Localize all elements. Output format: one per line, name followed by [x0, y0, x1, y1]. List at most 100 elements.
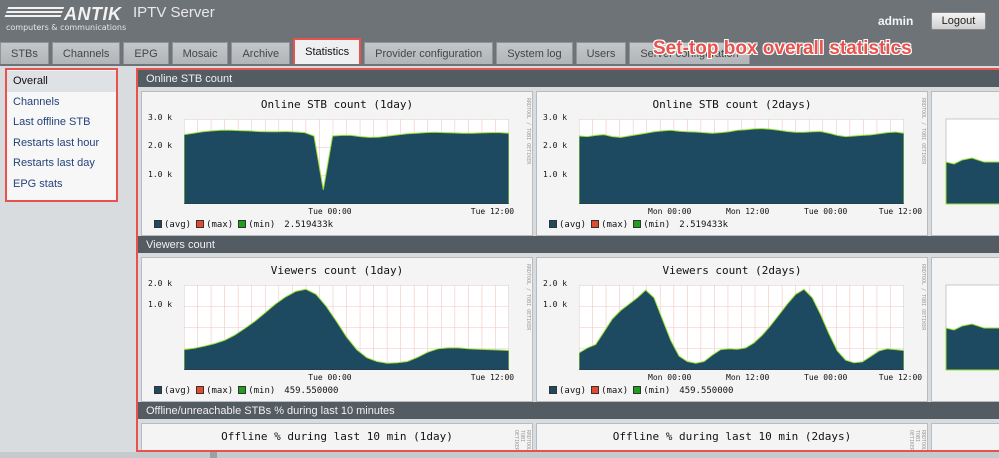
tab-system-log[interactable]: System log: [496, 42, 573, 64]
y-tick-label: 1.0 k: [543, 300, 568, 310]
tab-statistics[interactable]: Statistics: [293, 38, 362, 64]
sidebar-item-overall[interactable]: Overall: [7, 71, 116, 92]
graph-panel[interactable]: Offline % during last 10 min (1day) RRDTO…: [141, 423, 533, 452]
y-tick-label: 3.0 k: [543, 113, 568, 122]
tab-mosaic[interactable]: Mosaic: [171, 42, 229, 64]
tab-archive[interactable]: Archive: [231, 42, 291, 64]
section-title-offline: Offline/unreachable STBs % during last 1…: [138, 402, 999, 419]
legend-item-min: (min): [633, 386, 670, 396]
x-tick-label: Mon 00:00: [648, 207, 692, 216]
tab-provider-configuration[interactable]: Provider configuration: [364, 42, 494, 64]
x-tick-label: Tue 12:00: [470, 207, 515, 216]
sidebar-item-restarts-last-day[interactable]: Restarts last day: [7, 153, 116, 174]
legend-current-value: 459.550000: [679, 386, 734, 396]
y-tick-label: 2.0 k: [148, 141, 173, 151]
graph-legend: (avg) (max) (min) 459.550000: [154, 386, 338, 396]
y-tick-label: 2.0 k: [543, 279, 568, 288]
legend-swatch-max: [591, 220, 600, 228]
legend-item-min: (min): [633, 220, 670, 230]
main-tabs: STBs Channels EPG Mosaic Archive Statistics Pr…: [0, 38, 753, 66]
legend-label-min: (min): [643, 220, 671, 230]
rrdtool-watermark: RRDTOOL / TOBI OETIKER: [525, 264, 531, 331]
graph-panel[interactable]: Offline % during last 10 min (2days) RRDT…: [536, 423, 928, 452]
tab-users[interactable]: Users: [575, 42, 627, 64]
legend-swatch-max: [196, 386, 205, 394]
graph-panel[interactable]: Online STB count (1day) RRDTOOL / TOBI OE…: [141, 91, 533, 236]
legend-item-min: (min): [238, 386, 275, 396]
legend-item-avg: (avg): [549, 386, 586, 396]
app-title: IPTV Server: [133, 4, 215, 21]
legend-current-value: 2.519433k: [679, 220, 729, 230]
tab-stbs[interactable]: STBs: [0, 42, 49, 64]
antik-logo: ANTIK computers & communications: [3, 4, 126, 32]
section-title-viewers: Viewers count: [138, 236, 999, 253]
rrdtool-watermark: RRDTOOL / TOBI OETIKER: [525, 98, 531, 165]
section-title-online-stb: Online STB count: [138, 70, 999, 87]
sidebar-item-restarts-last-hour[interactable]: Restarts last hour: [7, 133, 116, 154]
x-tick-label: Tue 00:00: [804, 373, 848, 382]
series-avg-area: [579, 128, 904, 204]
legend-label-min: (min): [248, 220, 276, 230]
legend-label-avg: (avg): [164, 220, 192, 230]
legend-label-avg: (avg): [559, 220, 587, 230]
sidebar-item-epg-stats[interactable]: EPG stats: [7, 174, 116, 195]
legend-label-max: (max): [206, 386, 234, 396]
legend-swatch-avg: [549, 386, 557, 394]
legend-label-max: (max): [601, 220, 629, 230]
legend-item-max: (max): [591, 220, 628, 230]
legend-swatch-min: [238, 220, 247, 228]
legend-item-max: (max): [196, 386, 233, 396]
legend-label-max: (max): [206, 220, 234, 230]
legend-item-min: (min): [238, 220, 275, 230]
legend-current-value: 459.550000: [284, 386, 339, 396]
series-avg-area: [184, 129, 509, 204]
scrollbar-thumb[interactable]: [210, 452, 217, 458]
graph-title: Viewers count (2days): [662, 264, 802, 277]
logout-button[interactable]: Logout: [931, 12, 986, 30]
x-tick-label: Tue 00:00: [308, 207, 352, 216]
legend-swatch-min: [633, 220, 642, 228]
graph-panel-partial[interactable]: [931, 423, 999, 450]
y-tick-label: 2.0 k: [543, 141, 568, 151]
rrdtool-watermark: RRDTOOL / TOBI OETIKER: [908, 430, 926, 452]
graph-panel-partial[interactable]: [931, 91, 999, 236]
x-tick-label: Tue 12:00: [878, 373, 923, 382]
y-tick-label: 2.0 k: [148, 279, 173, 288]
x-tick-label: Mon 12:00: [726, 207, 770, 216]
rrdtool-watermark: RRDTOOL / TOBI OETIKER: [513, 430, 531, 452]
graph-panel[interactable]: Viewers count (2days) RRDTOOL / TOBI OETI…: [536, 257, 928, 402]
graph-legend: (avg) (max) (min) 2.519433k: [549, 220, 728, 230]
y-tick-label: 1.0 k: [148, 300, 173, 310]
logo-stripes-icon: [3, 7, 65, 19]
graph-title: Online STB count (2days): [652, 98, 812, 111]
horizontal-scrollbar[interactable]: [0, 452, 999, 458]
x-tick-label: Mon 12:00: [726, 373, 770, 382]
legend-label-avg: (avg): [559, 386, 587, 396]
graph-plot-partial: [945, 284, 999, 371]
legend-swatch-min: [238, 386, 247, 394]
y-tick-label: 1.0 k: [148, 169, 173, 179]
legend-current-value: 2.519433k: [284, 220, 334, 230]
graph-panel-partial[interactable]: [931, 257, 999, 402]
rrdtool-watermark: RRDTOOL / TOBI OETIKER: [920, 98, 926, 165]
sidebar-item-last-offline-stb[interactable]: Last offline STB: [7, 112, 116, 133]
legend-swatch-avg: [154, 220, 162, 228]
legend-label-avg: (avg): [164, 386, 192, 396]
graph-panel[interactable]: Viewers count (1day) RRDTOOL / TOBI OETIK…: [141, 257, 533, 402]
rrdtool-watermark: RRDTOOL / TOBI OETIKER: [920, 264, 926, 331]
tab-epg[interactable]: EPG: [123, 42, 169, 64]
sidebar-item-channels[interactable]: Channels: [7, 92, 116, 113]
legend-label-max: (max): [601, 386, 629, 396]
y-tick-label: 1.0 k: [543, 169, 568, 179]
legend-swatch-avg: [549, 220, 557, 228]
graph-title: Online STB count (1day): [260, 98, 414, 111]
legend-swatch-max: [196, 220, 205, 228]
legend-item-max: (max): [591, 386, 628, 396]
graph-title: Offline % during last 10 min (2days): [612, 430, 852, 443]
x-tick-label: Mon 00:00: [648, 373, 692, 382]
graph-plot: [184, 119, 509, 204]
graph-panel[interactable]: Online STB count (2days) RRDTOOL / TOBI O…: [536, 91, 928, 236]
annotation-caption: Set-top box overall statistics: [653, 38, 912, 59]
legend-swatch-avg: [154, 386, 162, 394]
tab-channels[interactable]: Channels: [51, 42, 121, 64]
